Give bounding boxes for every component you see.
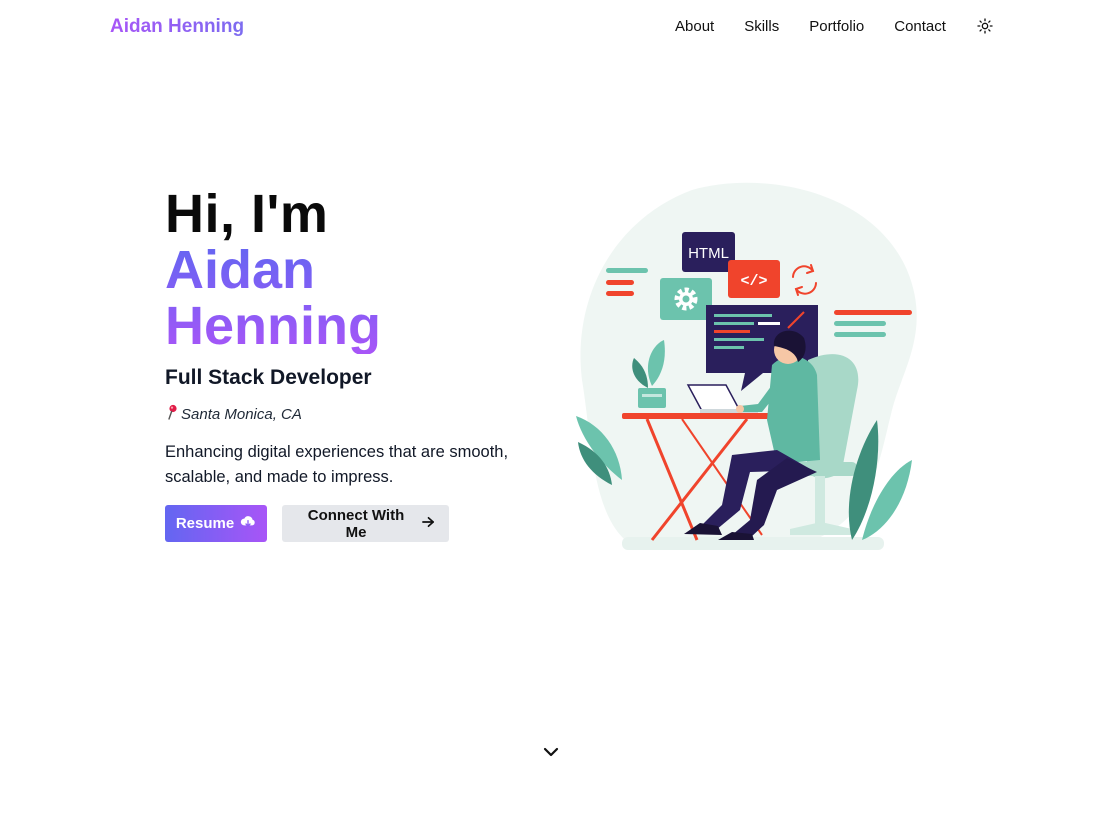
hero-name: Aidan Henning xyxy=(165,242,425,354)
connect-label: Connect With Me xyxy=(307,506,405,541)
location-text: Santa Monica, CA xyxy=(181,405,302,423)
hero-intro: Hi, I'm Aidan Henning Full Stack Develop… xyxy=(165,186,545,542)
nav-skills[interactable]: Skills xyxy=(744,18,779,35)
connect-button[interactable]: Connect With Me xyxy=(282,505,449,542)
resume-label: Resume xyxy=(175,515,235,532)
hero-location: Santa Monica, CA xyxy=(165,404,545,424)
developer-illustration: HTML </> xyxy=(572,180,922,555)
gear-icon xyxy=(660,278,712,320)
chevron-down-icon[interactable] xyxy=(541,742,561,762)
hero-tagline: Enhancing digital experiences that are s… xyxy=(165,443,509,486)
hero-actions: Resume Connect With Me xyxy=(165,505,545,542)
html-card-label: HTML xyxy=(688,245,729,262)
code-card-label: </> xyxy=(740,273,767,290)
nav-about[interactable]: About xyxy=(675,18,714,35)
pin-icon xyxy=(165,404,179,424)
resume-button[interactable]: Resume xyxy=(165,505,267,542)
arrow-right-icon xyxy=(422,515,435,532)
page: Aidan Henning About Skills Portfolio Con… xyxy=(0,0,1103,826)
hero-role: Full Stack Developer xyxy=(165,366,372,389)
hero-greeting: Hi, I'm xyxy=(165,184,329,244)
nav-portfolio[interactable]: Portfolio xyxy=(809,18,864,35)
nav-contact[interactable]: Contact xyxy=(894,18,946,35)
brand-logo[interactable]: Aidan Henning xyxy=(110,16,244,38)
code-card: </> xyxy=(728,260,780,298)
html-card: HTML xyxy=(682,232,735,272)
site-header: Aidan Henning About Skills Portfolio Con… xyxy=(0,0,1103,56)
sun-icon[interactable] xyxy=(976,17,994,35)
main-nav: About Skills Portfolio Contact xyxy=(660,17,994,35)
cloud-download-icon xyxy=(240,515,256,533)
